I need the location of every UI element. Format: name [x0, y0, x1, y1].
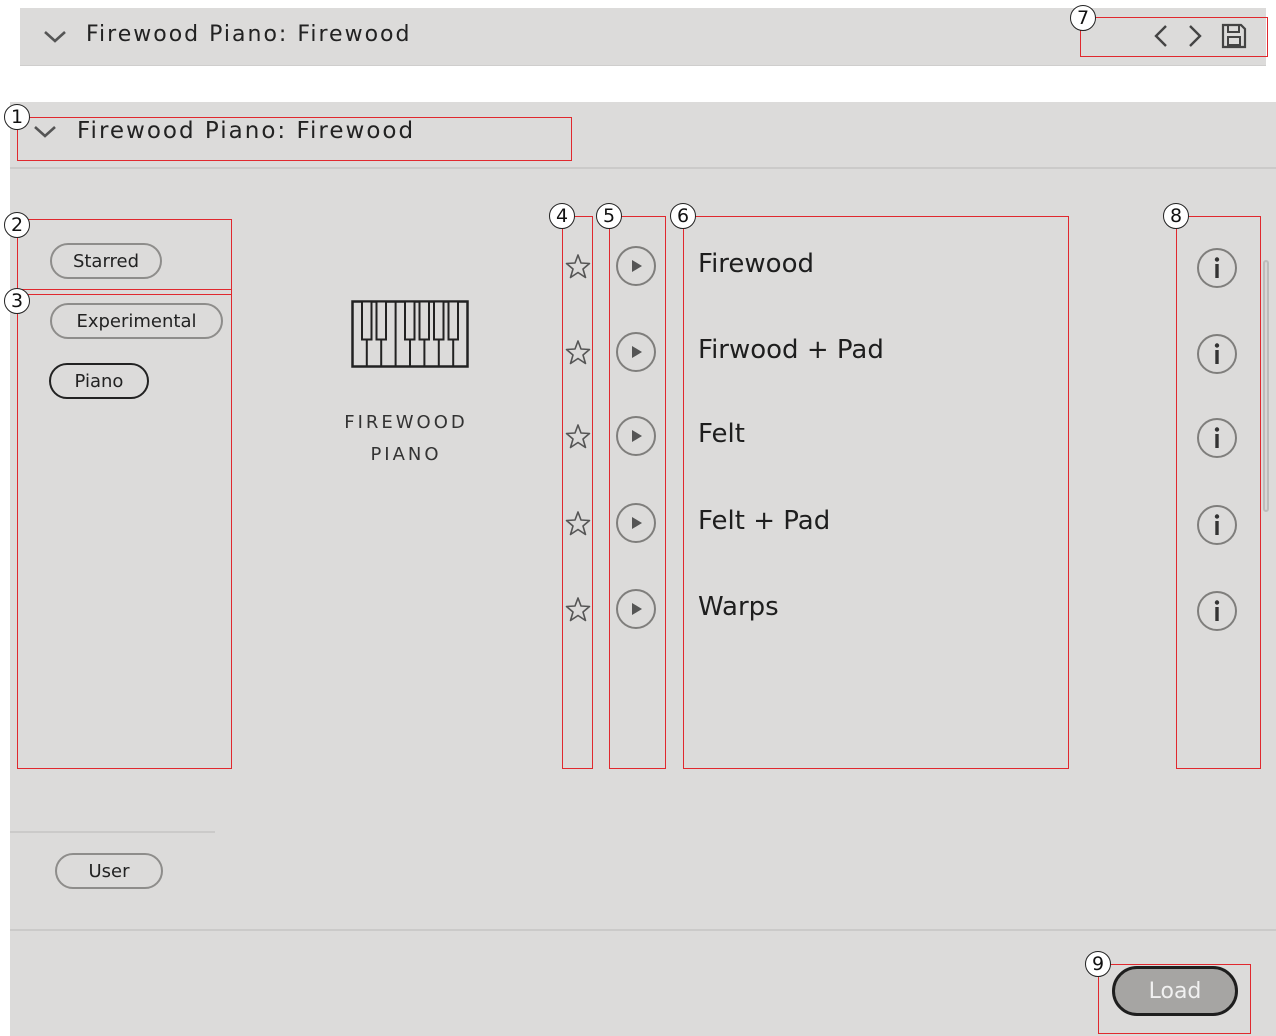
preset-name[interactable]: Firewood	[698, 249, 814, 279]
callout-7: 7	[1070, 5, 1096, 31]
preset-browser-panel: Firewood Piano: Firewood Starred Experim…	[10, 102, 1276, 1036]
starred-filter-button[interactable]: Starred	[50, 243, 162, 279]
instrument-name: FIREWOOD PIANO	[328, 407, 484, 471]
play-icon[interactable]	[615, 245, 657, 287]
star-icon[interactable]	[565, 423, 591, 449]
instrument-name-line1: FIREWOOD	[344, 412, 468, 433]
callout-6: 6	[670, 203, 696, 229]
play-icon[interactable]	[615, 331, 657, 373]
info-icon[interactable]	[1196, 504, 1238, 546]
callout-3: 3	[4, 288, 30, 314]
save-icon[interactable]	[1220, 22, 1248, 50]
preset-name[interactable]: Firwood + Pad	[698, 335, 884, 365]
chevron-right-icon[interactable]	[1182, 22, 1206, 50]
preset-name[interactable]: Warps	[698, 592, 779, 622]
divider	[10, 167, 1276, 169]
piano-keys-icon	[351, 300, 469, 368]
play-icon[interactable]	[615, 588, 657, 630]
section-title[interactable]: Firewood Piano: Firewood	[77, 118, 415, 144]
callout-4: 4	[549, 203, 575, 229]
tag-piano-button[interactable]: Piano	[49, 363, 149, 399]
chevron-left-icon[interactable]	[1150, 22, 1174, 50]
callout-8: 8	[1163, 203, 1189, 229]
preset-name[interactable]: Felt + Pad	[698, 506, 830, 536]
load-button[interactable]: Load	[1112, 966, 1238, 1016]
preset-name[interactable]: Felt	[698, 419, 745, 449]
star-icon[interactable]	[565, 339, 591, 365]
star-icon[interactable]	[565, 253, 591, 279]
info-icon[interactable]	[1196, 333, 1238, 375]
scrollbar[interactable]	[1263, 260, 1269, 512]
info-icon[interactable]	[1196, 417, 1238, 459]
chevron-down-icon[interactable]	[42, 26, 68, 46]
play-icon[interactable]	[615, 415, 657, 457]
tag-experimental-button[interactable]: Experimental	[50, 303, 223, 339]
callout-5: 5	[596, 203, 622, 229]
info-icon[interactable]	[1196, 590, 1238, 632]
play-icon[interactable]	[615, 502, 657, 544]
user-filter-button[interactable]: User	[55, 853, 163, 889]
top-bar-title: Firewood Piano: Firewood	[86, 22, 412, 47]
divider	[10, 929, 1276, 931]
instrument-name-line2: PIANO	[370, 444, 442, 465]
chevron-down-icon[interactable]	[32, 122, 58, 142]
callout-2: 2	[4, 212, 30, 238]
star-icon[interactable]	[565, 510, 591, 536]
divider	[10, 831, 215, 833]
star-icon[interactable]	[565, 596, 591, 622]
callout-9: 9	[1085, 951, 1111, 977]
callout-1: 1	[4, 104, 30, 130]
info-icon[interactable]	[1196, 247, 1238, 289]
